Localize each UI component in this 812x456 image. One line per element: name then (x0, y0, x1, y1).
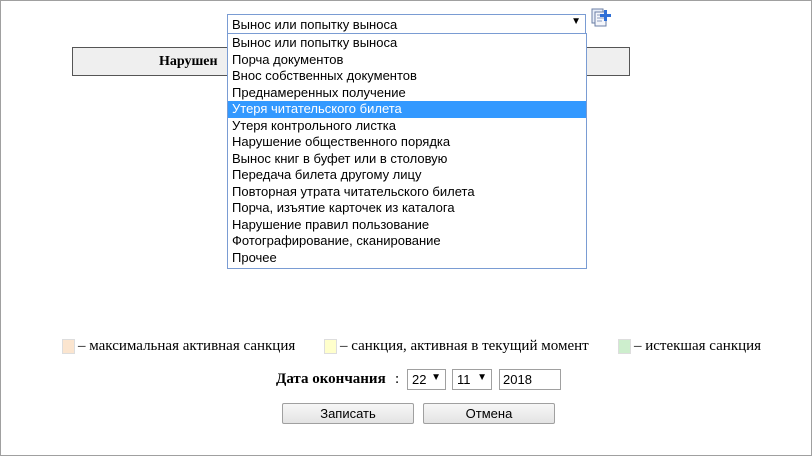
legend-text-max-active: – максимальная активная санкция (78, 338, 296, 354)
end-date-day-select[interactable]: 22 ▼ (407, 369, 446, 390)
violation-header-label: Нарушен (159, 54, 218, 69)
end-date-month-select[interactable]: 11 ▼ (452, 369, 492, 390)
chevron-down-icon: ▼ (431, 372, 441, 383)
dropdown-option[interactable]: Внос собственных документов (228, 68, 586, 85)
dropdown-option[interactable]: Преднамеренных получение (228, 85, 586, 102)
swatch-max-active (62, 339, 75, 354)
cancel-button[interactable]: Отмена (423, 403, 555, 424)
violation-type-select[interactable]: Вынос или попытку выноса ▼ (227, 14, 586, 34)
dropdown-option[interactable]: Порча, изъятие карточек из каталога (228, 200, 586, 217)
dropdown-option[interactable]: Утеря читательского билета (228, 101, 586, 118)
swatch-current-active (324, 339, 337, 354)
dropdown-option[interactable]: Повторная утрата читательского билета (228, 184, 586, 201)
violation-type-dropdown-list[interactable]: Вынос или попытку выноса Порча документов… (227, 33, 587, 269)
end-date-year-input[interactable] (499, 369, 561, 390)
dropdown-option[interactable]: Передача билета другому лицу (228, 167, 586, 184)
end-date-day-value: 22 (412, 372, 427, 387)
dropdown-option[interactable]: Фотографирование, сканирование (228, 233, 586, 250)
violation-type-selected-value: Вынос или попытку выноса (232, 17, 398, 32)
end-date-month-value: 11 (457, 372, 471, 387)
legend-text-expired: – истекшая санкция (634, 338, 762, 354)
dropdown-option[interactable]: Нарушение правил пользование (228, 217, 586, 234)
swatch-expired (618, 339, 631, 354)
dropdown-option[interactable]: Вынос или попытку выноса (228, 35, 586, 52)
dropdown-option[interactable]: Вынос книг в буфет или в столовую (228, 151, 586, 168)
dropdown-option[interactable]: Нарушение общественного порядка (228, 134, 586, 151)
dropdown-option[interactable]: Прочее (228, 250, 586, 267)
chevron-down-icon: ▼ (477, 372, 487, 383)
save-button[interactable]: Записать (282, 403, 414, 424)
add-document-icon[interactable] (591, 7, 613, 29)
dropdown-option[interactable]: Утеря контрольного листка (228, 118, 586, 135)
end-date-colon: : (395, 371, 400, 387)
dropdown-option[interactable]: Порча документов (228, 52, 586, 69)
end-date-label: Дата окончания (276, 371, 386, 387)
chevron-down-icon: ▼ (571, 16, 581, 27)
legend-text-current-active: – санкция, активная в текущий момент (340, 338, 589, 354)
